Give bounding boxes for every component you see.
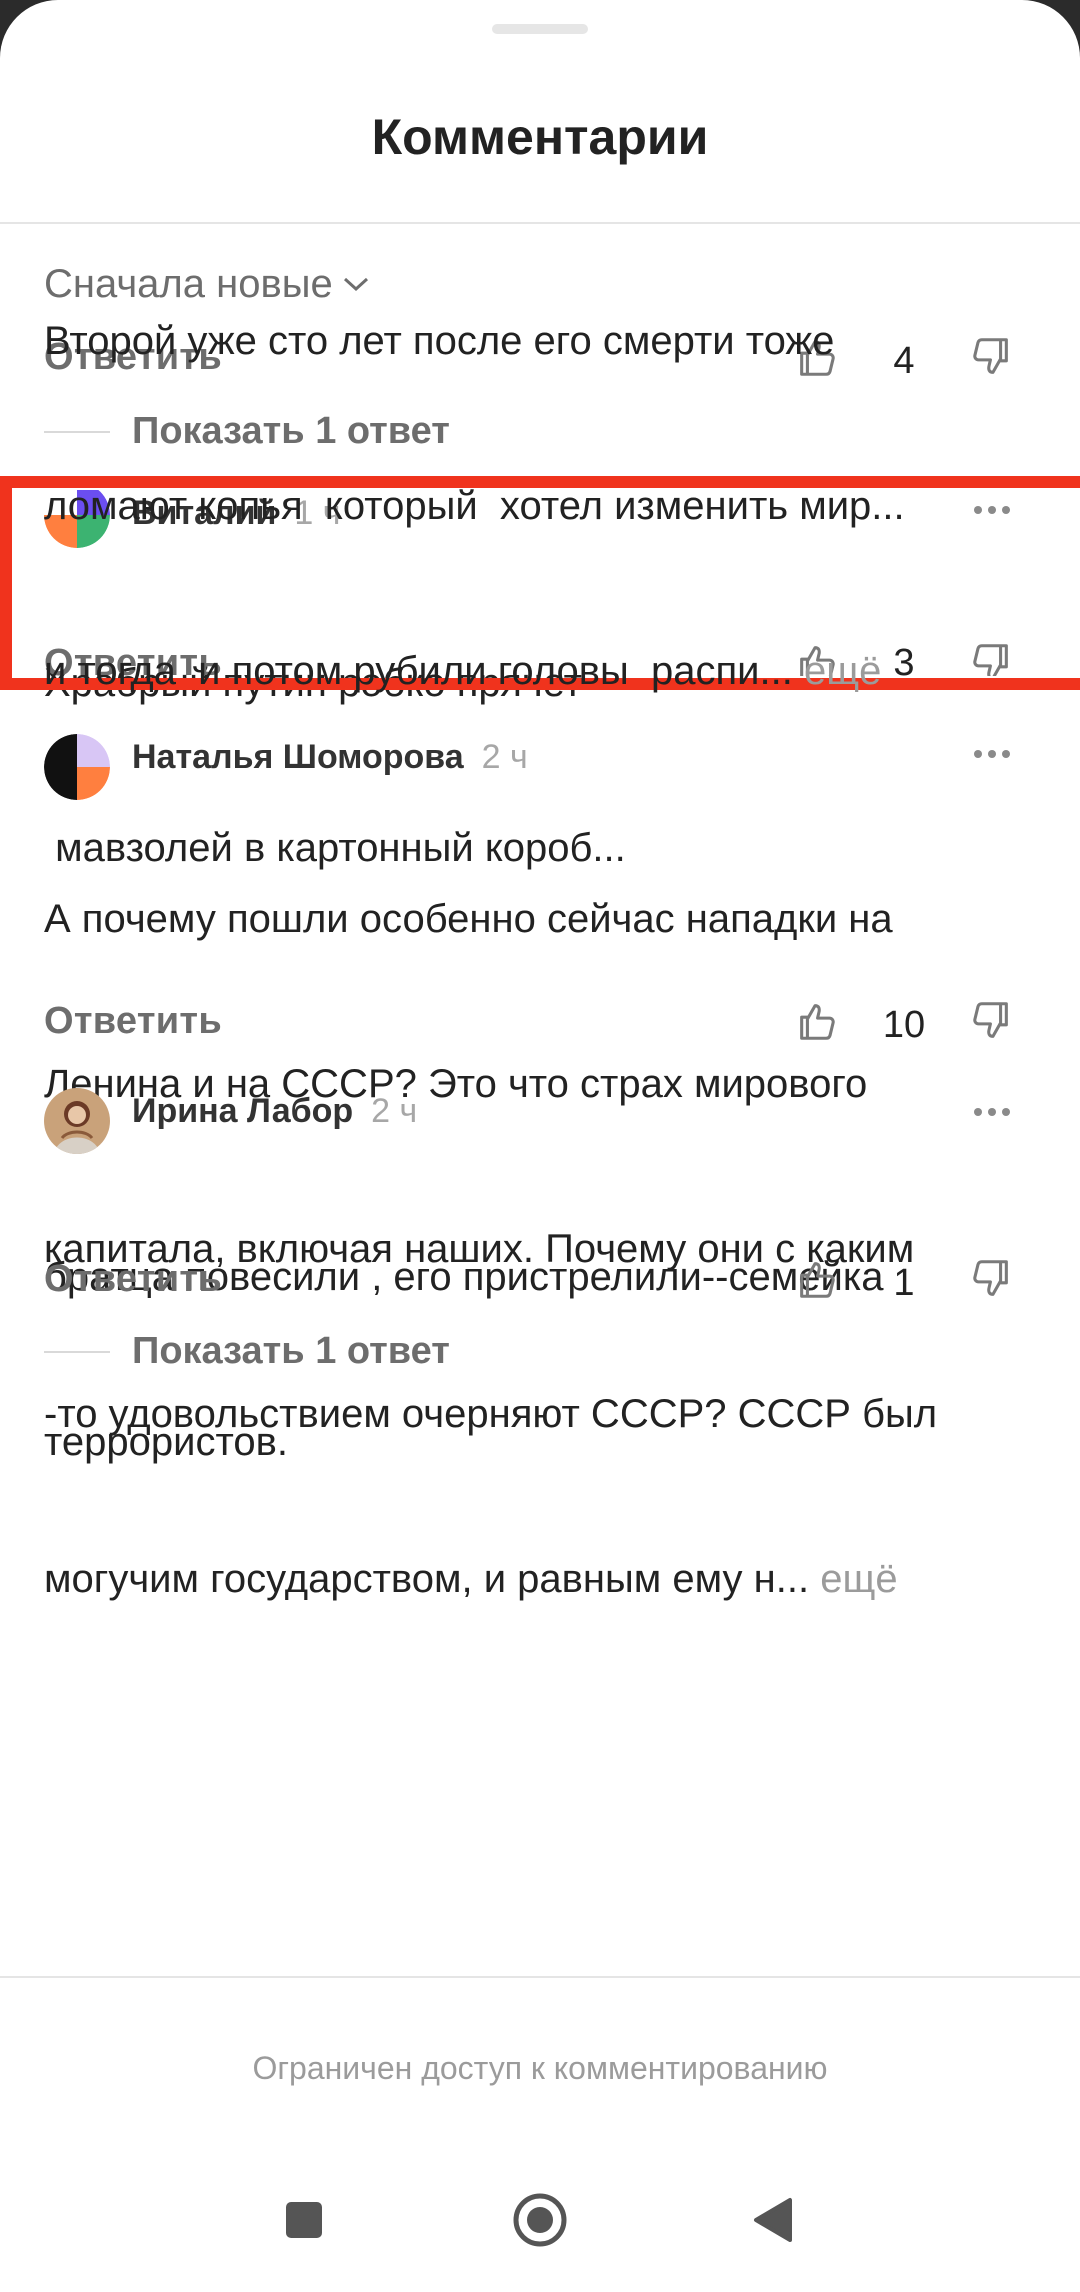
more-dots-icon[interactable]: [972, 748, 1012, 760]
footer-divider: [0, 1976, 1080, 1978]
restricted-notice: Ограничен доступ к комментированию: [252, 2050, 828, 2086]
page-title: Комментарии: [371, 109, 709, 165]
sort-dropdown[interactable]: Сначала новые: [44, 254, 371, 314]
show-replies-button[interactable]: Показать 1 ответ: [44, 1330, 450, 1373]
sort-label: Сначала новые: [44, 261, 333, 306]
more-link[interactable]: ещё: [804, 649, 881, 693]
nav-home-button[interactable]: [500, 2180, 580, 2260]
nav-recents-button[interactable]: [264, 2180, 344, 2260]
reply-button[interactable]: Ответить: [44, 1000, 222, 1043]
comment-line: террористов.: [44, 1420, 288, 1464]
nav-home-icon: [513, 2193, 567, 2247]
author-name[interactable]: Ирина Лабор: [132, 1092, 353, 1130]
show-replies-label: Показать 1 ответ: [132, 1330, 450, 1372]
dislike-icon[interactable]: [968, 334, 1014, 380]
likes-count: 10: [882, 1004, 926, 1046]
comment-line: и тогда и потом рубили головы распи...: [44, 649, 804, 693]
comment-author[interactable]: Ирина Лабор 2 ч: [132, 1092, 417, 1131]
system-navbar: [0, 2180, 1080, 2292]
chevron-down-icon: [343, 277, 368, 292]
nav-recents-icon: [286, 2202, 322, 2238]
comment-line: Второй уже сто лет после его смерти тоже: [44, 319, 835, 363]
like-icon[interactable]: [794, 1256, 840, 1302]
likes-count: 1: [893, 1262, 915, 1304]
comment-time: 2 ч: [371, 1092, 418, 1130]
comment-line: ломают копья который хотел изменить мир.…: [44, 484, 905, 528]
dislike-icon[interactable]: [968, 998, 1014, 1044]
more-dots-icon[interactable]: [972, 1106, 1012, 1118]
comments-feed[interactable]: Сначала новые Второй уже сто лет после е…: [0, 224, 1080, 1976]
comment-line: А почему пошли особенно сейчас нападки н…: [44, 897, 893, 941]
replies-line: [44, 1350, 110, 1353]
reply-button[interactable]: Ответить: [44, 1258, 222, 1301]
sheet-grabber[interactable]: [492, 24, 588, 34]
comments-sheet: Комментарии Сначала новые Второй уже сто…: [0, 0, 1080, 2292]
nav-back-icon: [754, 2198, 792, 2242]
like-icon[interactable]: [794, 998, 840, 1044]
dislike-icon[interactable]: [968, 1256, 1014, 1302]
nav-back-button[interactable]: [732, 2180, 812, 2260]
